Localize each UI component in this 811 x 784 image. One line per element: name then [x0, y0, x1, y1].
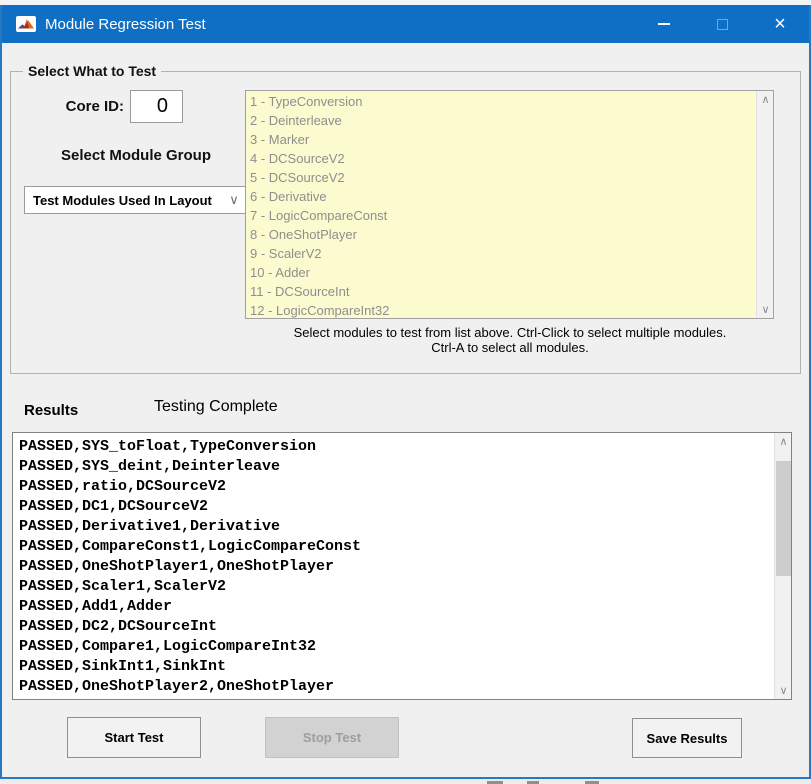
maximize-button[interactable]	[693, 5, 751, 43]
module-group-dropdown[interactable]: Test Modules Used In Layout ∨	[24, 186, 247, 214]
results-output-box[interactable]: PASSED,SYS_toFloat,TypeConversionPASSED,…	[12, 432, 792, 700]
results-lines: PASSED,SYS_toFloat,TypeConversionPASSED,…	[13, 433, 773, 699]
module-list-item[interactable]: 11 - DCSourceInt	[250, 282, 756, 301]
save-results-button[interactable]: Save Results	[632, 718, 742, 758]
dropdown-selected-value: Test Modules Used In Layout	[25, 193, 222, 208]
module-group-label: Select Module Group	[42, 147, 230, 164]
result-line: PASSED,Scaler2,ScalerV2	[19, 697, 773, 699]
chevron-down-icon: ∨	[222, 192, 246, 208]
module-list-item[interactable]: 6 - Derivative	[250, 187, 756, 206]
module-list-item[interactable]: 1 - TypeConversion	[250, 92, 756, 111]
result-line: PASSED,SinkInt1,SinkInt	[19, 657, 773, 677]
scroll-down-icon[interactable]: ∨	[757, 301, 774, 318]
result-line: PASSED,CompareConst1,LogicCompareConst	[19, 537, 773, 557]
result-line: PASSED,Derivative1,Derivative	[19, 517, 773, 537]
scroll-up-icon[interactable]: ∧	[775, 433, 792, 450]
result-line: PASSED,SYS_deint,Deinterleave	[19, 457, 773, 477]
module-list-item[interactable]: 4 - DCSourceV2	[250, 149, 756, 168]
module-list-item[interactable]: 10 - Adder	[250, 263, 756, 282]
close-icon: ×	[774, 14, 786, 34]
module-list-item[interactable]: 7 - LogicCompareConst	[250, 206, 756, 225]
result-line: PASSED,DC1,DCSourceV2	[19, 497, 773, 517]
result-line: PASSED,OneShotPlayer2,OneShotPlayer	[19, 677, 773, 697]
stop-test-button[interactable]: Stop Test	[265, 717, 399, 758]
module-list-item[interactable]: 2 - Deinterleave	[250, 111, 756, 130]
scroll-down-icon[interactable]: ∨	[775, 682, 792, 699]
module-list-item[interactable]: 3 - Marker	[250, 130, 756, 149]
maximize-icon	[717, 19, 728, 30]
desktop-background-bottom	[0, 779, 811, 784]
scrollbar-thumb[interactable]	[776, 461, 791, 576]
start-test-button[interactable]: Start Test	[67, 717, 201, 758]
module-list-item[interactable]: 12 - LogicCompareInt32	[250, 301, 756, 319]
result-line: PASSED,Compare1,LogicCompareInt32	[19, 637, 773, 657]
result-line: PASSED,DC2,DCSourceInt	[19, 617, 773, 637]
window-content: Select What to Test Core ID: Select Modu…	[2, 43, 809, 777]
module-list-item[interactable]: 5 - DCSourceV2	[250, 168, 756, 187]
testing-status-text: Testing Complete	[154, 398, 278, 416]
groupbox-legend: Select What to Test	[23, 63, 161, 79]
result-line: PASSED,Add1,Adder	[19, 597, 773, 617]
results-scrollbar[interactable]: ∧ ∨	[774, 433, 791, 699]
module-list-item[interactable]: 8 - OneShotPlayer	[250, 225, 756, 244]
close-button[interactable]: ×	[751, 5, 809, 43]
core-id-label: Core ID:	[42, 98, 124, 115]
scroll-up-icon[interactable]: ∧	[757, 91, 774, 108]
matlab-app-icon	[16, 16, 36, 32]
module-list-item[interactable]: 9 - ScalerV2	[250, 244, 756, 263]
window-title: Module Regression Test	[45, 16, 635, 33]
result-line: PASSED,ratio,DCSourceV2	[19, 477, 773, 497]
minimize-icon	[658, 23, 670, 25]
help-line-1: Select modules to test from list above. …	[232, 325, 788, 340]
minimize-button[interactable]	[635, 5, 693, 43]
result-line: PASSED,SYS_toFloat,TypeConversion	[19, 437, 773, 457]
listbox-help-text: Select modules to test from list above. …	[232, 325, 788, 355]
listbox-scrollbar[interactable]: ∧ ∨	[756, 91, 773, 318]
module-list: 1 - TypeConversion2 - Deinterleave3 - Ma…	[246, 92, 756, 318]
results-label: Results	[24, 402, 78, 419]
help-line-2: Ctrl-A to select all modules.	[232, 340, 788, 355]
result-line: PASSED,Scaler1,ScalerV2	[19, 577, 773, 597]
module-regression-test-window: Module Regression Test × Select What to …	[0, 5, 811, 779]
titlebar[interactable]: Module Regression Test ×	[2, 5, 809, 43]
core-id-input[interactable]	[130, 90, 183, 123]
module-listbox[interactable]: 1 - TypeConversion2 - Deinterleave3 - Ma…	[245, 90, 774, 319]
result-line: PASSED,OneShotPlayer1,OneShotPlayer	[19, 557, 773, 577]
